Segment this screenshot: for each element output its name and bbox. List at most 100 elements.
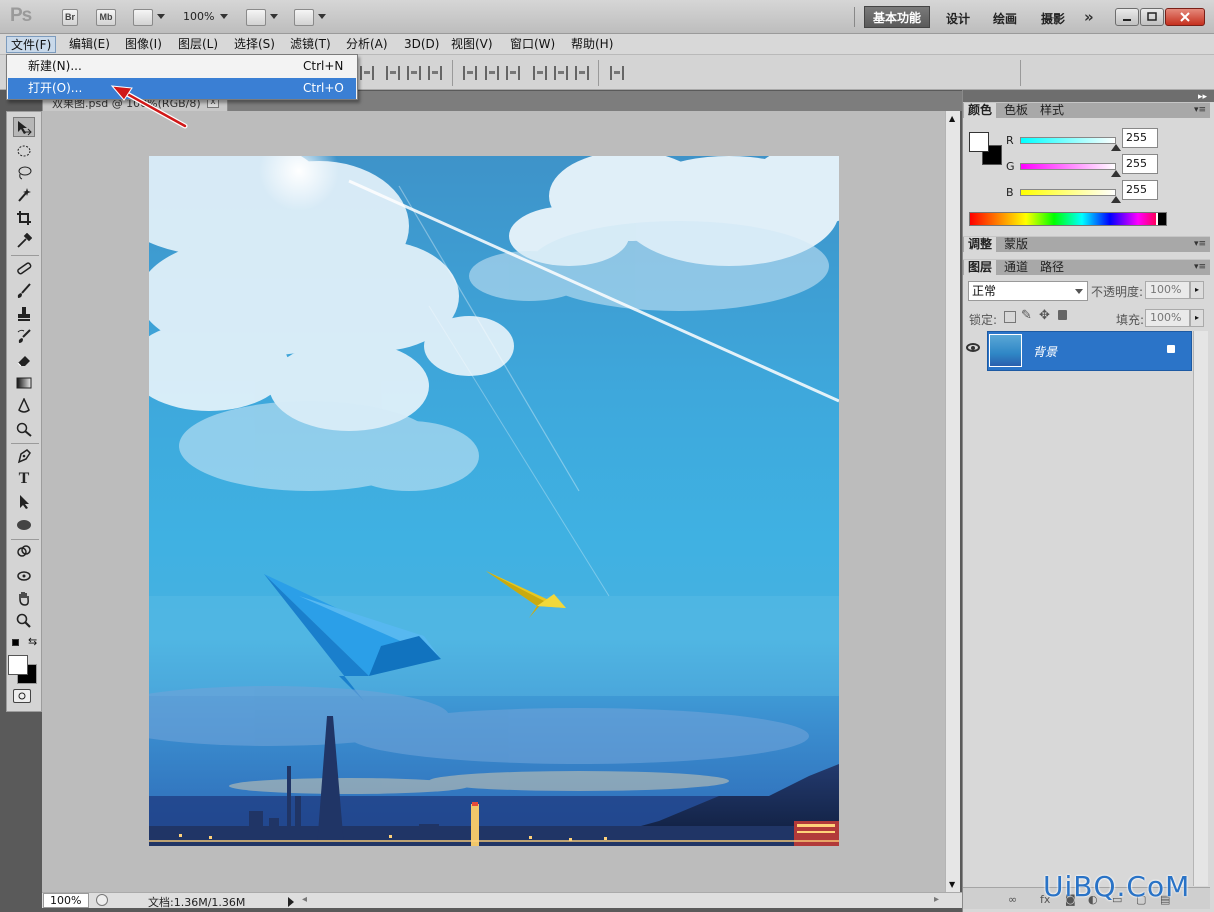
blur-tool[interactable]: [13, 396, 35, 416]
layer-name[interactable]: 背景: [1033, 343, 1057, 360]
opacity-arrow-icon[interactable]: ▸: [1190, 281, 1204, 299]
tab-swatches[interactable]: 色板: [1000, 103, 1032, 119]
panel-menu-icon[interactable]: ▾≡: [1194, 105, 1206, 115]
panel-menu-icon[interactable]: ▾≡: [1194, 239, 1206, 249]
fill-input[interactable]: 100%: [1145, 309, 1190, 327]
blend-mode-select[interactable]: 正常: [968, 281, 1088, 301]
close-window-button[interactable]: [1165, 8, 1205, 26]
type-tool[interactable]: T: [13, 469, 35, 489]
scroll-up-icon[interactable]: ▲: [949, 114, 955, 123]
menu-edit[interactable]: 编辑(E): [65, 36, 114, 53]
lock-position-icon[interactable]: ✥: [1039, 308, 1050, 323]
marquee-tool[interactable]: [13, 141, 35, 161]
align-bottom-icon[interactable]: [407, 66, 421, 80]
menu-help[interactable]: 帮助(H): [567, 36, 617, 53]
brush-tool[interactable]: [13, 281, 35, 301]
healing-brush-tool[interactable]: [13, 258, 35, 278]
channel-r-slider[interactable]: [1020, 137, 1116, 144]
fill-arrow-icon[interactable]: ▸: [1190, 309, 1204, 327]
zoom-tool[interactable]: [13, 611, 35, 631]
launch-minibridge-button[interactable]: Mb: [96, 9, 116, 26]
zoom-field[interactable]: 100%: [43, 893, 89, 908]
lock-pixels-icon[interactable]: ✎: [1021, 308, 1032, 323]
tab-channels[interactable]: 通道: [1000, 260, 1032, 276]
scroll-right-icon[interactable]: ▸: [934, 894, 939, 905]
tab-color[interactable]: 颜色: [964, 103, 997, 119]
channel-r-input[interactable]: 255: [1122, 128, 1158, 148]
color-panel-foreground-swatch[interactable]: [969, 132, 989, 152]
view-extras-button[interactable]: [133, 9, 153, 26]
scroll-down-icon[interactable]: ▼: [949, 880, 955, 889]
opacity-input[interactable]: 100%: [1145, 281, 1190, 299]
more-workspaces-icon[interactable]: »: [1084, 8, 1094, 26]
dodge-tool[interactable]: [13, 419, 35, 439]
align-left-icon[interactable]: [428, 66, 442, 80]
workspace-painting[interactable]: 绘画: [993, 10, 1017, 27]
distribute-left-icon[interactable]: [533, 66, 547, 80]
clone-stamp-tool[interactable]: [13, 304, 35, 324]
tab-paths[interactable]: 路径: [1036, 260, 1068, 276]
menu-analysis[interactable]: 分析(A): [342, 36, 392, 53]
crop-tool[interactable]: [13, 208, 35, 228]
eraser-tool[interactable]: [13, 350, 35, 370]
menu-layer[interactable]: 图层(L): [174, 36, 222, 53]
distribute-top-icon[interactable]: [463, 66, 477, 80]
arrange-documents-button[interactable]: [246, 9, 266, 26]
minimize-button[interactable]: [1115, 8, 1139, 26]
workspace-photography[interactable]: 摄影: [1041, 10, 1065, 27]
channel-g-slider[interactable]: [1020, 163, 1116, 170]
status-menu-arrow-icon[interactable]: [288, 897, 294, 907]
vertical-scrollbar[interactable]: ▲ ▼: [945, 111, 960, 892]
tab-masks[interactable]: 蒙版: [1000, 237, 1032, 253]
menu-window[interactable]: 窗口(W): [506, 36, 559, 53]
3d-rotate-tool[interactable]: [13, 542, 35, 562]
slider-thumb-icon[interactable]: [1111, 144, 1121, 151]
menu-select[interactable]: 选择(S): [230, 36, 279, 53]
lasso-tool[interactable]: [13, 163, 35, 183]
collapse-panels-icon[interactable]: ▸▸: [1198, 92, 1207, 102]
menu-image[interactable]: 图像(I): [121, 36, 166, 53]
quick-mask-button[interactable]: [13, 689, 31, 703]
slider-thumb-icon[interactable]: [1111, 170, 1121, 177]
gradient-tool[interactable]: [13, 373, 35, 393]
default-colors-icon[interactable]: [12, 639, 19, 646]
channel-g-input[interactable]: 255: [1122, 154, 1158, 174]
layers-scrollbar[interactable]: [1193, 331, 1208, 886]
color-spectrum-bar[interactable]: [969, 212, 1167, 226]
distribute-center-icon[interactable]: [485, 66, 499, 80]
slider-thumb-icon[interactable]: [1111, 196, 1121, 203]
eyedropper-tool[interactable]: [13, 231, 35, 251]
menu-filter[interactable]: 滤镜(T): [286, 36, 335, 53]
quick-selection-tool[interactable]: [13, 185, 35, 205]
distribute-right-icon[interactable]: [575, 66, 589, 80]
chevron-down-icon[interactable]: [270, 14, 278, 19]
align-vertical-center-icon[interactable]: [386, 66, 400, 80]
pen-tool[interactable]: [13, 446, 35, 466]
chevron-down-icon[interactable]: [220, 14, 228, 19]
path-selection-tool[interactable]: [13, 492, 35, 512]
3d-orbit-tool[interactable]: [13, 565, 35, 585]
zoom-level-menu[interactable]: 100%: [183, 10, 214, 23]
distribute-bottom-icon[interactable]: [506, 66, 520, 80]
status-info-icon[interactable]: [96, 894, 108, 906]
move-tool[interactable]: [13, 117, 35, 137]
channel-b-input[interactable]: 255: [1122, 180, 1158, 200]
foreground-color-swatch[interactable]: [8, 655, 28, 675]
link-layers-icon[interactable]: ∞: [1008, 893, 1017, 906]
menu-view[interactable]: 视图(V): [447, 36, 497, 53]
menu-item-new[interactable]: 新建(N)... Ctrl+N: [8, 56, 356, 77]
auto-align-icon[interactable]: [610, 66, 624, 80]
document-image[interactable]: [149, 156, 839, 846]
lock-transparency-icon[interactable]: [1004, 311, 1016, 323]
layer-visibility-eye-icon[interactable]: [966, 343, 980, 352]
screen-mode-button[interactable]: [294, 9, 314, 26]
menu-3d[interactable]: 3D(D): [400, 36, 443, 53]
scroll-left-icon[interactable]: ◂: [302, 894, 307, 905]
distribute-hcenter-icon[interactable]: [554, 66, 568, 80]
align-top-icon[interactable]: [360, 66, 374, 80]
panel-menu-icon[interactable]: ▾≡: [1194, 262, 1206, 272]
workspace-essentials[interactable]: 基本功能: [864, 6, 930, 28]
tab-layers[interactable]: 图层: [964, 260, 997, 276]
ellipse-shape-tool[interactable]: [13, 515, 35, 535]
tab-adjustments[interactable]: 调整: [964, 237, 997, 253]
